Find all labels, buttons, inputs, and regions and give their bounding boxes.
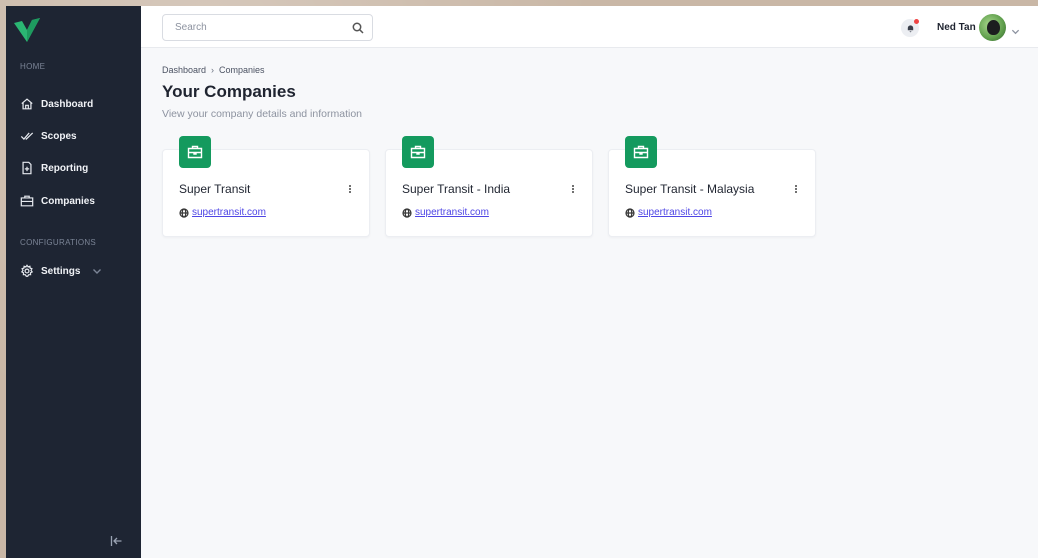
user-name[interactable]: Ned Tan bbox=[937, 22, 976, 33]
globe-icon bbox=[625, 207, 635, 218]
company-icon bbox=[625, 136, 657, 168]
company-name: Super Transit - Malaysia bbox=[625, 182, 755, 196]
company-name: Super Transit - India bbox=[402, 182, 511, 196]
sidebar-item-label: Settings bbox=[41, 265, 81, 277]
section-label-home: HOME bbox=[20, 62, 46, 71]
briefcase-icon bbox=[187, 145, 203, 159]
double-check-icon bbox=[20, 132, 34, 140]
sidebar-item-label: Reporting bbox=[41, 162, 89, 174]
company-card[interactable]: Super Transit supertransit.com bbox=[162, 136, 370, 237]
company-website: supertransit.com bbox=[179, 207, 266, 218]
company-card[interactable]: Super Transit - Malaysia supertransit.co… bbox=[608, 136, 816, 237]
more-options-icon[interactable] bbox=[345, 183, 355, 195]
user-menu-chevron-icon[interactable] bbox=[1011, 23, 1020, 35]
company-website: supertransit.com bbox=[402, 207, 489, 218]
globe-icon bbox=[179, 207, 189, 218]
sidebar-item-reporting[interactable]: Reporting bbox=[20, 161, 88, 175]
more-options-icon[interactable] bbox=[568, 183, 578, 195]
company-icon bbox=[179, 136, 211, 168]
sidebar-item-settings[interactable]: Settings bbox=[20, 264, 102, 278]
top-bar: Ned Tan bbox=[141, 6, 1038, 48]
company-website: supertransit.com bbox=[625, 207, 712, 218]
briefcase-icon bbox=[410, 145, 426, 159]
sidebar-item-scopes[interactable]: Scopes bbox=[20, 129, 77, 143]
search-box bbox=[162, 14, 373, 41]
report-file-icon bbox=[22, 161, 32, 175]
app-logo[interactable] bbox=[12, 15, 42, 45]
briefcase-icon bbox=[633, 145, 649, 159]
breadcrumb-dashboard[interactable]: Dashboard bbox=[162, 65, 206, 75]
search-icon[interactable] bbox=[352, 22, 364, 34]
main-content: Ned Tan Dashboard › Companies Your Compa… bbox=[141, 6, 1038, 558]
sidebar: HOME Dashboard Scopes Reporting Companie… bbox=[6, 6, 141, 558]
section-label-configurations: CONFIGURATIONS bbox=[20, 238, 97, 247]
sidebar-item-dashboard[interactable]: Dashboard bbox=[20, 97, 93, 111]
sidebar-item-label: Scopes bbox=[41, 130, 77, 142]
sidebar-item-label: Companies bbox=[41, 195, 95, 207]
chevron-down-icon bbox=[93, 269, 102, 274]
gear-icon bbox=[20, 264, 34, 277]
company-name: Super Transit bbox=[179, 182, 251, 196]
breadcrumb-separator-icon: › bbox=[211, 65, 215, 75]
sidebar-item-label: Dashboard bbox=[41, 98, 94, 110]
collapse-sidebar-button[interactable] bbox=[109, 534, 123, 548]
globe-icon bbox=[402, 207, 412, 218]
avatar[interactable] bbox=[979, 14, 1006, 41]
company-card[interactable]: Super Transit - India supertransit.com bbox=[385, 136, 593, 237]
company-icon bbox=[402, 136, 434, 168]
breadcrumb-companies: Companies bbox=[219, 65, 265, 75]
company-website-link[interactable]: supertransit.com bbox=[638, 207, 712, 218]
notifications-button[interactable] bbox=[901, 19, 919, 37]
collapse-left-icon bbox=[110, 536, 122, 546]
app-window: HOME Dashboard Scopes Reporting Companie… bbox=[6, 6, 1038, 558]
notification-dot bbox=[914, 19, 919, 24]
page-title: Your Companies bbox=[162, 82, 296, 101]
company-website-link[interactable]: supertransit.com bbox=[192, 207, 266, 218]
home-icon bbox=[21, 98, 33, 110]
search-input[interactable] bbox=[175, 22, 352, 33]
briefcase-icon bbox=[20, 195, 34, 207]
company-website-link[interactable]: supertransit.com bbox=[415, 207, 489, 218]
page-subtitle: View your company details and informatio… bbox=[162, 108, 362, 120]
more-options-icon[interactable] bbox=[791, 183, 801, 195]
breadcrumb: Dashboard › Companies bbox=[162, 65, 265, 75]
sidebar-item-companies[interactable]: Companies bbox=[20, 194, 95, 208]
